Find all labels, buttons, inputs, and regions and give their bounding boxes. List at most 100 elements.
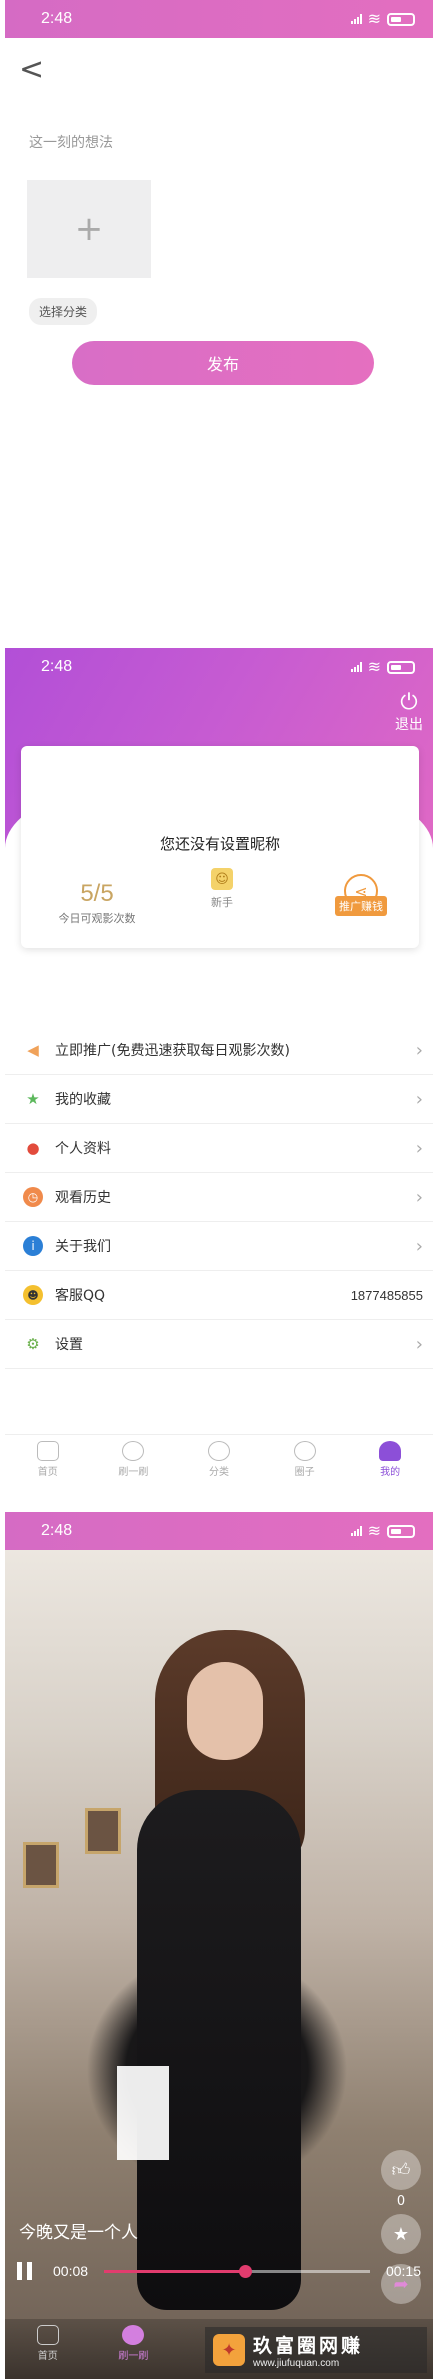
battery-icon (387, 1524, 415, 1538)
menu-item-qq[interactable]: ☻ 客服QQ 1877485855 (5, 1271, 433, 1320)
chevron-right-icon: › (415, 1137, 423, 1159)
clock-icon: ◷ (23, 1187, 43, 1207)
chevron-right-icon: › (415, 1186, 423, 1208)
tab-home[interactable]: 首页 (5, 1435, 91, 1486)
refresh-icon (122, 2325, 145, 2345)
video-title: 今晚又是一个人 (19, 2223, 138, 2243)
battery-icon (387, 660, 415, 674)
status-icons: ≋ (350, 1521, 415, 1541)
views-stat: 5/5 今日可观影次数 (45, 880, 149, 926)
status-time: 2:48 (41, 658, 73, 675)
star-icon: ★ (381, 2214, 421, 2254)
menu-item-about[interactable]: i 关于我们 › (5, 1222, 433, 1271)
home-icon (36, 1441, 59, 1461)
status-icons: ≋ (350, 657, 415, 677)
chat-icon (293, 1441, 316, 1461)
status-time: 2:48 (41, 1522, 73, 1539)
tab-label: 分类 (208, 1467, 229, 1478)
watermark-url: www.jiufuquan.com (253, 2358, 340, 2369)
level-badge: ☺ 新手 (211, 868, 233, 910)
like-button[interactable]: 👍︎ 0 (381, 2150, 421, 2209)
video-subject (137, 1790, 301, 2310)
pause-icon[interactable] (17, 2262, 35, 2280)
menu-item-label: 客服QQ (55, 1288, 106, 1304)
menu-item-favorites[interactable]: ★ 我的收藏 › (5, 1075, 433, 1124)
publish-button[interactable]: 发布 (72, 341, 374, 385)
menu-item-label: 立即推广(免费迅速获取每日观影次数) (55, 1043, 290, 1059)
profile-menu: ◀ 立即推广(免费迅速获取每日观影次数) › ★ 我的收藏 › ● 个人资料 ›… (5, 1026, 433, 1369)
total-time: 00:15 (385, 2263, 421, 2279)
nickname[interactable]: 您还没有设置昵称 (21, 833, 419, 854)
home-icon (36, 2325, 59, 2345)
battery-icon (387, 12, 415, 26)
profile-card: 您还没有设置昵称 5/5 今日可观影次数 ☺ 新手 ⋖ 推广赚钱 (21, 746, 419, 948)
playback-controls: 00:08 00:15 (5, 2254, 433, 2288)
tab-swipe[interactable]: 刷一刷 (91, 1435, 177, 1486)
seek-bar-handle[interactable] (238, 2264, 252, 2278)
tab-swipe[interactable]: 刷一刷 (91, 2319, 177, 2379)
status-bar: 2:48 ≋ (5, 648, 433, 686)
signal-icon (350, 1526, 362, 1536)
menu-item-settings[interactable]: ⚙ 设置 › (5, 1320, 433, 1369)
level-label: 新手 (211, 896, 233, 909)
tab-label: 首页 (37, 1467, 58, 1478)
chevron-right-icon: › (415, 1039, 423, 1061)
status-bar: 2:48 ≋ (5, 0, 433, 38)
watermark-text: 玖富圈网赚 (253, 2335, 364, 2357)
wifi-icon: ≋ (367, 1523, 381, 1540)
plus-icon: + (74, 209, 104, 249)
tab-label: 刷一刷 (118, 2351, 149, 2362)
signal-icon (350, 14, 362, 24)
refresh-icon (122, 1441, 145, 1461)
tab-label: 刷一刷 (118, 1467, 149, 1478)
person-icon: ● (26, 1139, 40, 1157)
add-image-button[interactable]: + (27, 180, 151, 278)
tab-circle[interactable]: 圈子 (262, 1435, 348, 1486)
views-label: 今日可观影次数 (58, 912, 136, 925)
back-icon[interactable]: < (19, 52, 44, 87)
seek-bar[interactable] (104, 2264, 370, 2278)
status-bar: 2:48 ≋ (5, 1512, 433, 1550)
qq-icon: ☻ (23, 1285, 43, 1305)
pie-icon (207, 1441, 230, 1461)
tab-home[interactable]: 首页 (5, 2319, 91, 2379)
megaphone-icon: ◀ (27, 1041, 39, 1059)
menu-item-promote[interactable]: ◀ 立即推广(免费迅速获取每日观影次数) › (5, 1026, 433, 1075)
favorite-button[interactable]: ★ (381, 2214, 421, 2254)
chevron-right-icon: › (415, 1088, 423, 1110)
menu-item-label: 关于我们 (55, 1239, 111, 1255)
wall-picture (23, 1842, 59, 1888)
tab-mine[interactable]: 我的 (347, 1435, 433, 1486)
wifi-icon: ≋ (367, 11, 381, 28)
menu-item-profile[interactable]: ● 个人资料 › (5, 1124, 433, 1173)
share-label: 推广赚钱 (335, 896, 387, 916)
wall-picture (85, 1808, 121, 1854)
thumbs-up-icon: 👍︎ (381, 2150, 421, 2190)
info-icon: i (23, 1236, 43, 1256)
logout-label: 退出 (395, 717, 423, 733)
signal-icon (350, 662, 362, 672)
bottom-tab-bar: 首页 刷一刷 分类 圈子 我的 (5, 1434, 433, 1486)
logout-button[interactable]: ⏻ 退出 (395, 692, 423, 734)
menu-item-label: 我的收藏 (55, 1092, 111, 1108)
profile-screen: 2:48 ≋ ⏻ 退出 您还没有设置昵称 5/5 今日可观影次数 ☺ 新手 ⋖ … (5, 648, 433, 1500)
select-category-button[interactable]: 选择分类 (29, 298, 98, 325)
share-earn-button[interactable]: ⋖ 推广赚钱 (335, 874, 387, 916)
level-icon: ☺ (211, 868, 233, 890)
power-icon: ⏻ (400, 690, 418, 715)
post-screen: 2:48 ≋ < 这一刻的想法 + 选择分类 发布 (5, 0, 433, 625)
thought-input[interactable]: 这一刻的想法 (29, 132, 433, 152)
views-count: 5/5 (80, 880, 114, 907)
status-icons: ≋ (350, 9, 415, 29)
like-count: 0 (396, 2194, 406, 2209)
seek-bar-fill (104, 2269, 245, 2273)
video-subject-face (187, 1662, 263, 1760)
star-icon: ★ (26, 1090, 40, 1108)
tab-label: 首页 (37, 2351, 58, 2362)
menu-item-history[interactable]: ◷ 观看历史 › (5, 1173, 433, 1222)
fox-logo-icon: ✦ (213, 2334, 245, 2366)
watermark: ✦ 玖富圈网赚 www.jiufuquan.com (205, 2327, 427, 2373)
menu-item-label: 设置 (55, 1337, 83, 1353)
tab-label: 我的 (380, 1467, 401, 1478)
tab-category[interactable]: 分类 (176, 1435, 262, 1486)
